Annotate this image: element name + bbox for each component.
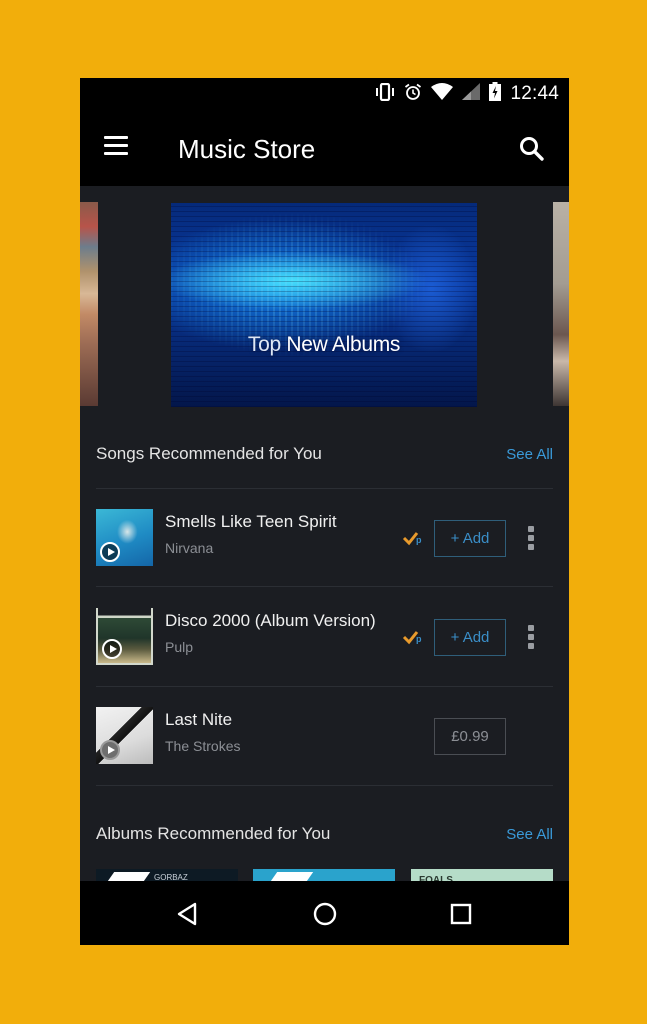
song-title: Smells Like Teen Spirit xyxy=(165,512,337,531)
songs-section-header: Songs Recommended for You See All xyxy=(96,440,553,470)
page-title: Music Store xyxy=(178,134,316,164)
status-bar: 12:44 xyxy=(80,78,569,110)
play-icon[interactable] xyxy=(102,639,122,659)
song-artist: Pulp xyxy=(165,639,194,655)
alarm-icon xyxy=(404,83,422,106)
albums-section-title: Albums Recommended for You xyxy=(96,824,331,843)
add-button[interactable]: + Add xyxy=(434,520,506,557)
recents-icon[interactable] xyxy=(446,899,476,929)
song-artist: Nirvana xyxy=(165,540,214,556)
song-artist: The Strokes xyxy=(165,738,241,754)
songs-section-title: Songs Recommended for You xyxy=(96,444,322,463)
song-title: Disco 2000 (Album Version) xyxy=(165,611,376,630)
featured-carousel[interactable]: Top New Albums xyxy=(80,186,569,416)
prime-icon: p xyxy=(402,629,426,645)
divider xyxy=(96,785,553,786)
home-icon[interactable] xyxy=(310,899,340,929)
albums-section-header: Albums Recommended for You See All xyxy=(96,820,553,850)
svg-text:p: p xyxy=(416,535,422,545)
wifi-icon xyxy=(431,83,454,105)
songs-see-all-link[interactable]: See All xyxy=(506,446,553,463)
back-icon[interactable] xyxy=(173,899,203,929)
album-art-is-this-it[interactable] xyxy=(96,707,153,764)
more-options-icon[interactable] xyxy=(523,625,539,649)
album-art-different-class[interactable] xyxy=(96,608,153,665)
album-art-nevermind[interactable] xyxy=(96,509,153,566)
prime-icon: p xyxy=(402,530,426,546)
system-nav-bar xyxy=(80,881,569,945)
phone-screen: 12:44 Music Store Top New Albums Songs R… xyxy=(80,78,569,945)
svg-text:p: p xyxy=(416,634,422,644)
battery-charging-icon xyxy=(489,82,502,106)
play-icon[interactable] xyxy=(100,542,120,562)
buy-price-button[interactable]: £0.99 xyxy=(434,718,506,755)
carousel-next-card[interactable] xyxy=(553,202,569,406)
top-new-albums-banner[interactable]: Top New Albums xyxy=(171,203,477,407)
carousel-prev-card[interactable] xyxy=(80,202,98,406)
app-bar: Music Store xyxy=(80,110,569,186)
song-row[interactable]: Disco 2000 (Album Version) Pulp p + Add xyxy=(80,587,569,685)
more-options-icon[interactable] xyxy=(523,526,539,550)
song-title: Last Nite xyxy=(165,710,233,729)
add-button[interactable]: + Add xyxy=(434,619,506,656)
clock: 12:44 xyxy=(510,83,559,104)
song-row[interactable]: Last Nite The Strokes £0.99 xyxy=(80,686,569,784)
signal-icon xyxy=(462,83,481,105)
vibrate-icon xyxy=(375,82,395,106)
song-row[interactable]: Smells Like Teen Spirit Nirvana p + Add xyxy=(80,488,569,586)
banner-caption: Top New Albums xyxy=(247,333,401,356)
hamburger-menu-icon[interactable] xyxy=(104,136,132,160)
albums-see-all-link[interactable]: See All xyxy=(506,826,553,843)
search-icon[interactable] xyxy=(517,134,547,164)
play-icon[interactable] xyxy=(100,740,120,760)
